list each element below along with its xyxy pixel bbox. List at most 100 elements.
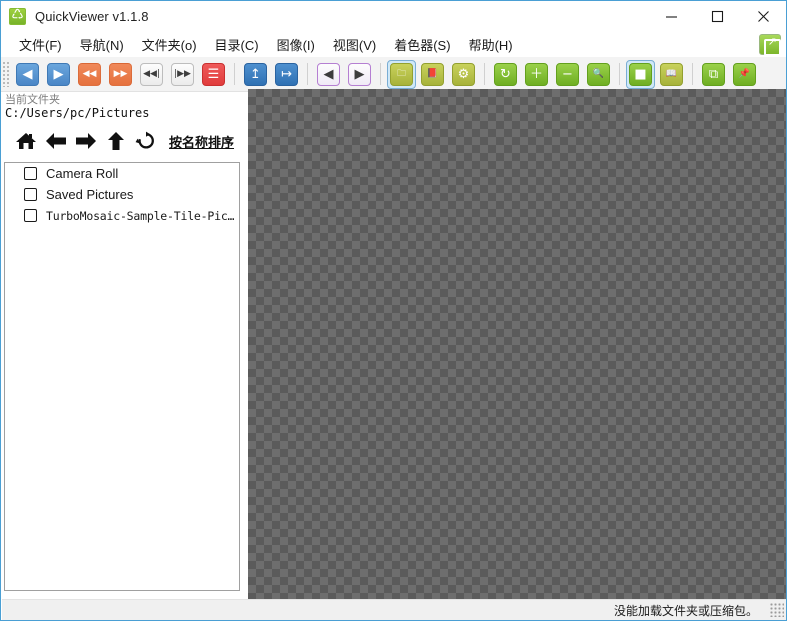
image-viewport[interactable] [248, 89, 786, 599]
toolbar-separator [692, 63, 693, 85]
open-external-green-icon[interactable]: ↗ [759, 34, 781, 56]
next-page-button[interactable]: ▶ [44, 60, 73, 89]
menu-folder[interactable]: 文件夹(o) [133, 33, 206, 57]
current-folder-label: 当前文件夹 [5, 93, 60, 106]
fast-forward-button[interactable]: ▶▶ [106, 60, 135, 89]
item-label: Saved Pictures [46, 187, 134, 202]
boxed-triangle-left-icon-glyph: ◀ [323, 66, 334, 82]
plus-icon: ＋ [525, 62, 548, 86]
export-button[interactable]: ↦ [272, 60, 301, 89]
title-bar: QuickViewer v1.1.8 [1, 1, 786, 32]
menu-bar: 文件(F) 导航(N) 文件夹(o) 目录(C) 图像(I) 视图(V) 着色器(S) 帮助(… [1, 32, 786, 57]
page-back-button[interactable]: ◀ [314, 60, 343, 89]
toc-button[interactable]: ☰ [199, 60, 228, 89]
skip-to-start-icon-glyph: ◀◀| [143, 68, 160, 79]
menu-help[interactable]: 帮助(H) [460, 33, 522, 57]
toolbar-separator [234, 63, 235, 85]
page-forward-button[interactable]: ▶ [345, 60, 374, 89]
item-checkbox[interactable] [24, 209, 37, 222]
arrow-left-icon[interactable] [41, 128, 71, 154]
triangle-right-icon: ▶ [47, 62, 70, 86]
item-checkbox[interactable] [24, 188, 37, 201]
menu-navigation[interactable]: 导航(N) [71, 33, 133, 57]
zoom-out-button[interactable]: − [553, 60, 582, 89]
list-lines-icon-glyph: ☰ [207, 66, 220, 82]
double-arrow-left-icon: ◀◀ [78, 62, 101, 86]
arrow-up-into-box-icon: ↥ [244, 62, 267, 86]
last-page-button[interactable]: |▶▶ [168, 60, 197, 89]
menu-catalog[interactable]: 目录(C) [206, 33, 268, 57]
first-page-button[interactable]: ◀◀| [137, 60, 166, 89]
close-button[interactable] [740, 1, 786, 32]
menu-shader[interactable]: 着色器(S) [385, 33, 459, 57]
minimize-button[interactable] [648, 1, 694, 32]
import-button[interactable]: ↥ [241, 60, 270, 89]
double-arrow-left-icon-glyph: ◀◀ [82, 68, 97, 79]
window-title: QuickViewer v1.1.8 [35, 9, 149, 24]
open-book-spread-icon: 📖 [660, 62, 683, 86]
sort-by-name-link[interactable]: 按名称排序 [169, 132, 234, 151]
list-item[interactable]: Saved Pictures [5, 184, 239, 205]
list-item[interactable]: Camera Roll [5, 163, 239, 184]
double-arrow-right-icon-glyph: ▶▶ [113, 68, 128, 79]
open-folder-button[interactable]: 🗀 [387, 59, 416, 89]
gear-icon: ⚙ [452, 62, 475, 86]
arrow-right-out-box-icon-glyph: ↦ [281, 66, 292, 82]
status-bar: 没能加载文件夹或压缩包。 [2, 599, 786, 620]
dual-page-view-button[interactable]: 📖 [657, 60, 686, 89]
toolbar-separator [380, 63, 381, 85]
pin-on-top-button[interactable]: 📌 [730, 60, 759, 89]
menu-file[interactable]: 文件(F) [10, 33, 71, 57]
window-mode-button[interactable]: ⧉ [699, 60, 728, 89]
book-icon: 📕 [421, 62, 444, 86]
settings-button[interactable]: ⚙ [449, 60, 478, 89]
triangle-left-icon-glyph: ◀ [22, 66, 33, 82]
toolbar-grip-handle[interactable] [2, 61, 10, 87]
fast-rewind-button[interactable]: ◀◀ [75, 60, 104, 89]
status-message: 没能加载文件夹或压缩包。 [613, 603, 758, 618]
menu-view[interactable]: 视图(V) [324, 33, 385, 57]
maximize-button[interactable] [694, 1, 740, 32]
quickviewer-window: QuickViewer v1.1.8 文件(F)导航(N)文件夹(o)目录(C)… [0, 0, 787, 621]
folder-icon-glyph: 🗀 [396, 68, 406, 79]
pushpin-icon: 📌 [733, 62, 756, 86]
prev-page-button[interactable]: ◀ [13, 60, 42, 89]
arrow-up-into-box-icon-glyph: ↥ [250, 66, 261, 82]
magnifier-icon-glyph: 🔍 [592, 68, 605, 79]
sidebar-nav-row: 按名称排序 [2, 126, 247, 156]
item-checkbox[interactable] [24, 167, 37, 180]
refresh-icon[interactable] [131, 128, 161, 154]
plus-icon-glyph: ＋ [529, 66, 543, 82]
single-page-icon-glyph: ■ [634, 66, 647, 82]
folder-list[interactable]: Camera Roll Saved Pictures TurboMosaic-Sam… [4, 162, 240, 591]
main-toolbar: ◀ ▶ ◀◀ ▶▶ ◀◀| |▶▶ ☰ ↥ ↦ ◀ ▶ 🗀 📕 ⚙ ↻ ＋ − 🔍 ■ 📖 ⧉ 📌 [1, 57, 786, 92]
home-icon[interactable] [11, 128, 41, 154]
rotate-button[interactable]: ↻ [491, 60, 520, 89]
menu-image[interactable]: 图像(I) [268, 33, 324, 57]
item-label: TurboMosaic-Sample-Tile-Pic… [46, 208, 235, 223]
rotate-clockwise-icon: ↻ [494, 62, 517, 86]
triangle-right-icon-glyph: ▶ [53, 66, 64, 82]
window-controls [648, 1, 786, 32]
open-book-spread-icon-glyph: 📖 [665, 68, 678, 79]
open-book-button[interactable]: 📕 [418, 60, 447, 89]
arrow-right-icon[interactable] [71, 128, 101, 154]
item-label: Camera Roll [46, 166, 119, 181]
arrow-out-icon: ↗ [767, 36, 777, 48]
book-icon-glyph: 📕 [426, 68, 439, 79]
resize-grip[interactable] [770, 603, 784, 617]
gear-icon-glyph: ⚙ [457, 66, 470, 82]
zoom-in-button[interactable]: ＋ [522, 60, 551, 89]
skip-to-start-icon: ◀◀| [140, 62, 163, 86]
boxed-triangle-right-icon-glyph: ▶ [354, 66, 365, 82]
zoom-fit-button[interactable]: 🔍 [584, 60, 613, 89]
arrow-up-icon[interactable] [101, 128, 131, 154]
app-icon [9, 6, 26, 25]
single-page-view-button[interactable]: ■ [626, 59, 655, 89]
double-arrow-right-icon: ▶▶ [109, 62, 132, 86]
list-item[interactable]: TurboMosaic-Sample-Tile-Pic… [5, 205, 239, 226]
minus-icon: − [556, 62, 579, 86]
toolbar-separator [484, 63, 485, 85]
rotate-clockwise-icon-glyph: ↻ [500, 66, 511, 82]
skip-to-end-icon-glyph: |▶▶ [174, 68, 191, 79]
